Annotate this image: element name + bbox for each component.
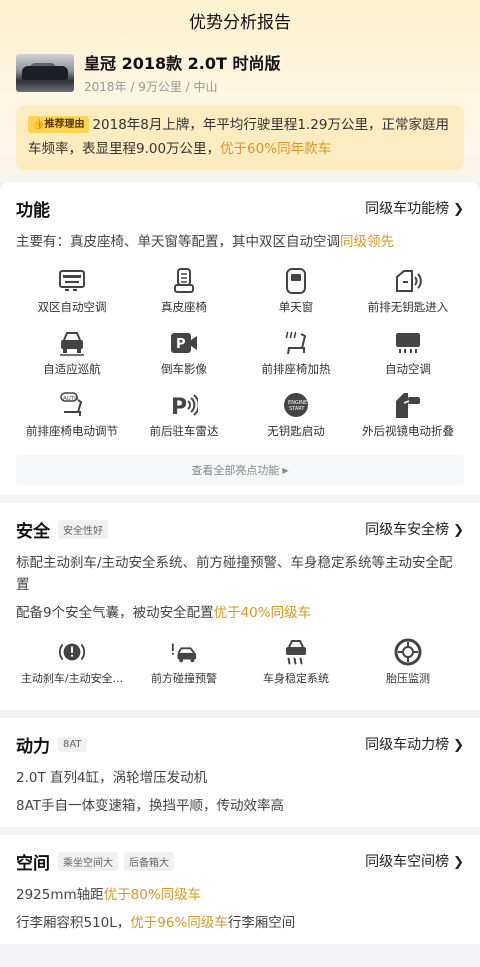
report-page: 优势分析报告 皇冠 2018款 2.0T 时尚版 2018年 / 9万公里 / … <box>0 0 480 967</box>
summary-header: 优势分析报告 皇冠 2018款 2.0T 时尚版 2018年 / 9万公里 / … <box>0 0 480 182</box>
collision-warning-icon <box>170 638 198 666</box>
chevron-right-icon: ❯ <box>453 523 464 538</box>
power-seat-icon: AUTO <box>58 391 86 419</box>
space-line-1: 2925mm轴距优于80%同级车 <box>16 887 202 903</box>
safety-title: 安全 <box>16 521 50 542</box>
car-summary[interactable]: 皇冠 2018款 2.0T 时尚版 2018年 / 9万公里 / 中山 <box>0 40 480 95</box>
feature-item[interactable]: 车身稳定系统 <box>240 638 352 700</box>
keyless-start-icon: ENGINE START <box>282 391 310 419</box>
parking-radar-icon: P <box>170 391 198 419</box>
feature-item[interactable]: 前方碰撞预警 <box>128 638 240 700</box>
safety-desc-2: 配备9个安全气囊，被动安全配置优于40%同级车 <box>16 605 312 621</box>
recommend-reason: 👍推荐理由 2018年8月上牌，年平均行驶里程1.29万公里，正常家庭用车频率，… <box>16 105 464 170</box>
feature-item[interactable]: P 倒车影像 <box>128 329 240 389</box>
car-thumbnail <box>16 53 74 92</box>
space-card: 空间 乘坐空间大 后备箱大 同级车空间榜 ❯ 2925mm轴距优于80%同级车 行… <box>0 835 480 944</box>
power-card: 动力 8AT 同级车动力榜 ❯ 2.0T 直列4缸，涡轮增压发动机 8AT手自一体… <box>0 718 480 827</box>
reverse-camera-icon: P <box>170 329 198 357</box>
reason-highlight: 优于60%同年款车 <box>220 141 332 157</box>
adaptive-cruise-icon <box>58 329 86 357</box>
chevron-right-icon: ❯ <box>453 855 464 870</box>
feature-item[interactable]: 主动刹车/主动安全... <box>16 638 128 700</box>
tire-pressure-icon <box>394 638 422 666</box>
space-tag-2: 后备箱大 <box>124 851 174 871</box>
active-brake-icon <box>58 638 86 666</box>
svg-text:P: P <box>171 395 187 418</box>
keyless-entry-icon <box>394 267 422 295</box>
safety-feature-grid: 主动刹车/主动安全... 前方碰撞预警 车身稳定系统 胎压监测 <box>16 638 464 700</box>
mirror-fold-icon <box>394 391 422 419</box>
feature-item[interactable]: 单天窗 <box>240 267 352 327</box>
leather-seat-icon <box>170 267 198 295</box>
space-rank-link[interactable]: 同级车空间榜 ❯ <box>365 851 464 871</box>
function-rank-link[interactable]: 同级车功能榜 ❯ <box>365 198 464 218</box>
feature-item[interactable]: 胎压监测 <box>352 638 464 700</box>
chevron-right-icon: ❯ <box>453 738 464 753</box>
chevron-right-icon: ❯ <box>453 202 464 217</box>
power-tag: 8AT <box>58 736 87 752</box>
show-all-features-button[interactable]: 查看全部亮点功能 ▶ <box>16 455 464 485</box>
function-desc: 主要有：真皮座椅、单天窗等配置，其中双区自动空调同级领先 <box>16 234 394 250</box>
power-line-2: 8AT手自一体变速箱，换挡平顺，传动效率高 <box>16 798 285 814</box>
feature-item[interactable]: P 前后驻车雷达 <box>128 391 240 451</box>
page-title: 优势分析报告 <box>189 12 291 33</box>
safety-desc-1: 标配主动刹车/主动安全系统、前方碰撞预警、车身稳定系统等主动安全配置 <box>16 555 453 593</box>
recommend-badge: 👍推荐理由 <box>28 116 90 133</box>
car-name: 皇冠 2018款 2.0T 时尚版 <box>84 54 281 73</box>
seat-heating-icon <box>282 329 310 357</box>
feature-item[interactable]: 前排座椅加热 <box>240 329 352 389</box>
feature-item[interactable]: 前排无钥匙进入 <box>352 267 464 327</box>
feature-item[interactable]: AUTO 前排座椅电动调节 <box>16 391 128 451</box>
safety-tag: 安全性好 <box>58 519 108 539</box>
car-meta: 2018年 / 9万公里 / 中山 <box>84 80 218 94</box>
triangle-right-icon: ▶ <box>282 465 289 475</box>
safety-rank-link[interactable]: 同级车安全榜 ❯ <box>365 519 464 539</box>
dual-zone-ac-icon <box>58 267 86 295</box>
sunroof-icon <box>282 267 310 295</box>
space-tag-1: 乘坐空间大 <box>58 851 118 871</box>
feature-item[interactable]: 自动空调 <box>352 329 464 389</box>
svg-text:P: P <box>176 337 186 352</box>
svg-text:AUTO: AUTO <box>63 396 79 402</box>
feature-item[interactable]: 外后视镜电动折叠 <box>352 391 464 451</box>
power-rank-link[interactable]: 同级车动力榜 ❯ <box>365 734 464 754</box>
function-title: 功能 <box>16 200 50 221</box>
space-title: 空间 <box>16 853 50 874</box>
auto-ac-icon <box>394 329 422 357</box>
power-title: 动力 <box>16 736 50 757</box>
function-card: 功能 同级车功能榜 ❯ 主要有：真皮座椅、单天窗等配置，其中双区自动空调同级领先 … <box>0 182 480 495</box>
feature-item[interactable]: 真皮座椅 <box>128 267 240 327</box>
feature-grid: 双区自动空调 真皮座椅 单天窗 前排无钥匙进入 自适应巡航 P 倒车影像 前排座… <box>16 267 464 451</box>
thumb-up-icon: 👍 <box>32 119 45 130</box>
space-line-2: 行李厢容积510L，优于96%同级车行李厢空间 <box>16 915 296 931</box>
stability-control-icon <box>282 638 310 666</box>
power-line-1: 2.0T 直列4缸，涡轮增压发动机 <box>16 770 208 786</box>
safety-card: 安全 安全性好 同级车安全榜 ❯ 标配主动刹车/主动安全系统、前方碰撞预警、车身稳… <box>0 503 480 710</box>
feature-item[interactable]: ENGINE START 无钥匙启动 <box>240 391 352 451</box>
svg-text:START: START <box>289 406 305 412</box>
feature-item[interactable]: 自适应巡航 <box>16 329 128 389</box>
feature-item[interactable]: 双区自动空调 <box>16 267 128 327</box>
